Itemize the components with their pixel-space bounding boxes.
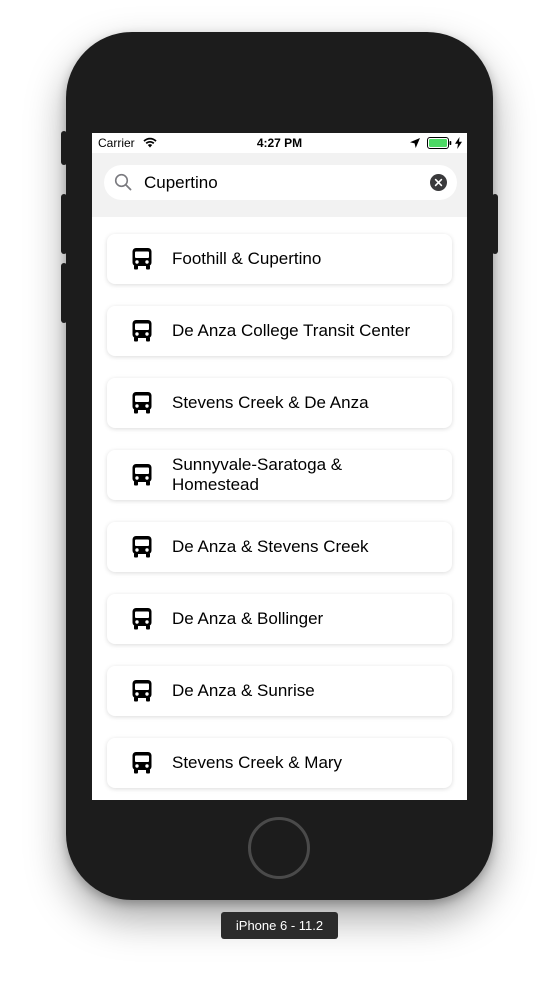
stop-name: De Anza & Bollinger <box>172 609 324 628</box>
list-item[interactable]: De Anza & Stevens Creek <box>107 522 452 572</box>
search-bar[interactable] <box>104 165 457 200</box>
stop-name: De Anza College Transit Center <box>172 321 411 340</box>
mute-switch <box>61 131 67 165</box>
battery-icon <box>427 137 452 149</box>
bus-icon <box>132 248 152 270</box>
search-icon <box>114 173 132 191</box>
volume-down-button <box>61 263 67 323</box>
stop-name: De Anza & Sunrise <box>172 681 315 700</box>
list-item[interactable]: De Anza College Transit Center <box>107 306 452 356</box>
search-input[interactable] <box>144 172 424 194</box>
device-screen: Carrier 4:27 PM Cupertino Foothill & Cup… <box>92 133 467 800</box>
status-bar: Carrier 4:27 PM <box>92 133 467 153</box>
bus-icon <box>132 752 152 774</box>
list-item[interactable]: De Anza & Bollinger <box>107 594 452 644</box>
list-item[interactable]: Stevens Creek & Mary <box>107 738 452 788</box>
stop-name: De Anza & Stevens Creek <box>172 537 369 556</box>
list-item[interactable]: Stevens Creek & De Anza <box>107 378 452 428</box>
bus-icon <box>132 536 152 558</box>
list-item[interactable]: De Anza & Sunrise <box>107 666 452 716</box>
bus-icon <box>132 464 152 486</box>
list-item[interactable]: Foothill & Cupertino <box>107 234 452 284</box>
device-label: iPhone 6 - 11.2 <box>221 912 338 939</box>
location-arrow-icon <box>410 138 420 148</box>
stop-name: Foothill & Cupertino <box>172 249 322 268</box>
search-area <box>92 153 467 217</box>
stop-name: Sunnyvale-Saratoga & Homestead <box>172 455 343 494</box>
bus-icon <box>132 392 152 414</box>
results-list: Foothill & Cupertino De Anza College Tra… <box>92 217 467 800</box>
bus-icon <box>132 608 152 630</box>
clear-search-icon[interactable] <box>430 174 447 191</box>
volume-up-button <box>61 194 67 254</box>
charging-bolt-icon <box>455 137 462 149</box>
home-button[interactable] <box>248 817 310 879</box>
list-item[interactable]: Sunnyvale-Saratoga & Homestead <box>107 450 452 500</box>
bus-icon <box>132 320 152 342</box>
bus-icon <box>132 680 152 702</box>
power-button <box>492 194 498 254</box>
stop-name: Stevens Creek & De Anza <box>172 393 369 412</box>
stop-name: Stevens Creek & Mary <box>172 753 343 772</box>
